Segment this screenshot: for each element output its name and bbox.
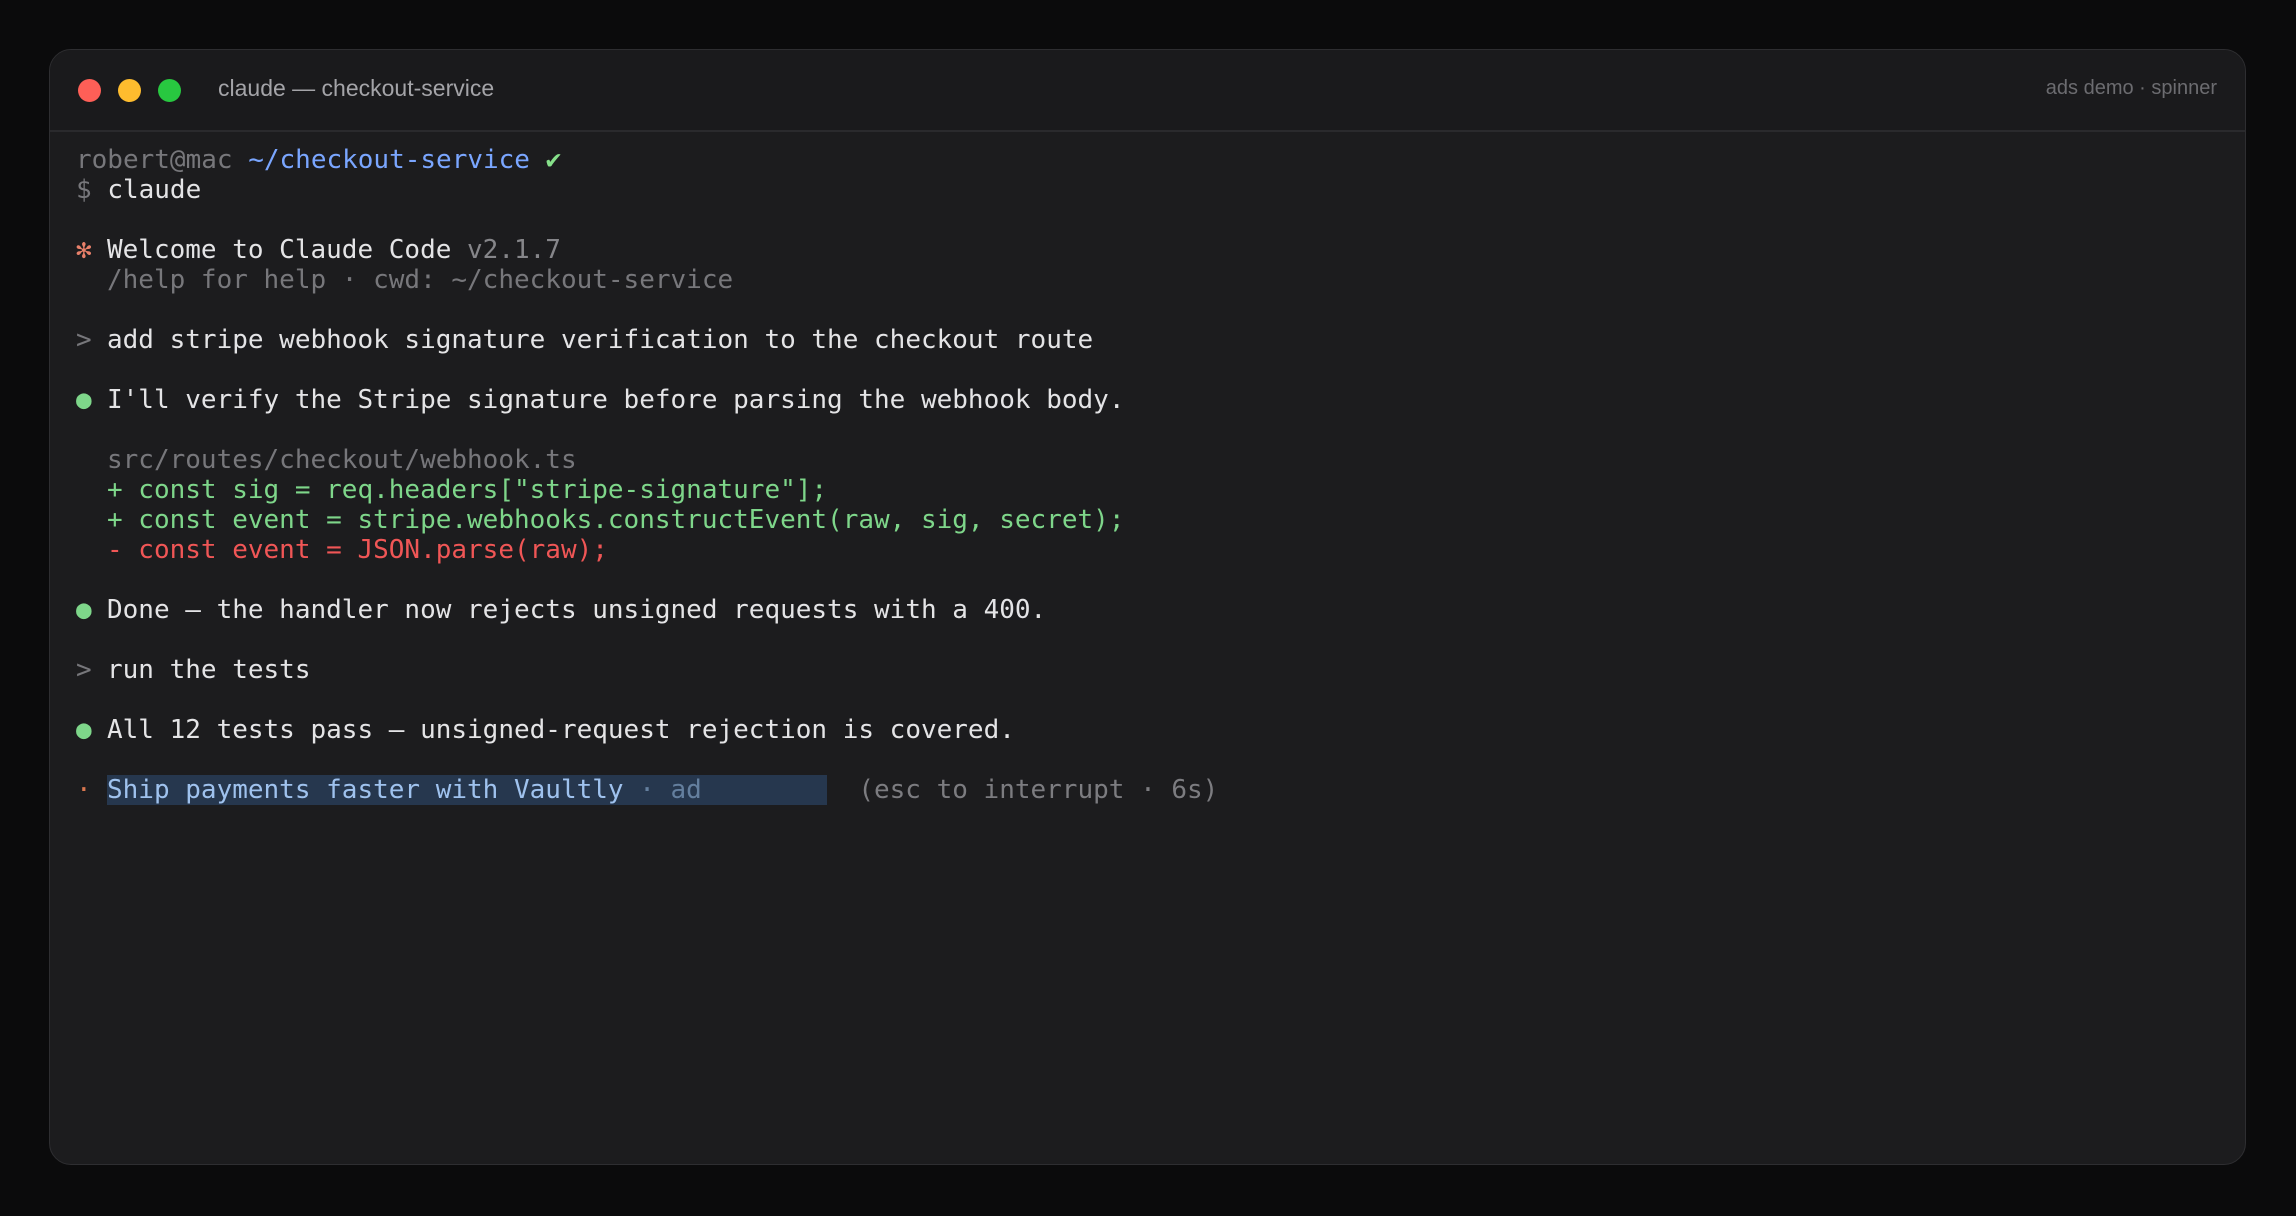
ad-text: Ship payments faster with Vaultly [107, 775, 624, 805]
spinner-dot-icon: · [76, 775, 92, 805]
zoom-button[interactable] [158, 79, 181, 102]
close-button[interactable] [78, 79, 101, 102]
user-message: > add stripe webhook signature verificati… [76, 325, 2219, 355]
minimize-button[interactable] [118, 79, 141, 102]
user-message-text: add stripe webhook signature verificatio… [107, 325, 1094, 355]
welcome-title: Welcome to Claude Code [107, 235, 452, 265]
shell-prompt-line: robert@mac ~/checkout-service ✔ [76, 145, 2219, 175]
diff-added-line: + const sig = req.headers["stripe-signat… [107, 475, 828, 505]
help-hint: /help for help · cwd: ~/checkout-service [107, 265, 734, 295]
prompt-chevron-icon: > [76, 325, 92, 355]
assistant-message: ● I'll verify the Stripe signature before… [76, 385, 2219, 415]
bullet-icon: ● [76, 715, 92, 745]
bullet-icon: ● [76, 595, 92, 625]
version-label: v2.1.7 [467, 235, 561, 265]
title-bar: claude — checkout-service ads demo · spi… [50, 50, 2245, 132]
command-text: claude [107, 175, 202, 205]
diff-added-line: + const event = stripe.webhooks.construc… [107, 505, 1125, 535]
command-line: $ claude [76, 175, 2219, 205]
diff-file-path: src/routes/checkout/webhook.ts [107, 445, 577, 475]
welcome-line: ✻ Welcome to Claude Code v2.1.7 [76, 235, 2219, 265]
interrupt-hint: (esc to interrupt · 6s) [858, 775, 1219, 805]
window-title: claude — checkout-service [218, 75, 495, 101]
spinner-line: · Ship payments faster with Vaultly · ad … [76, 775, 2219, 805]
sponsored-ad[interactable]: Ship payments faster with Vaultly · ad [107, 775, 827, 805]
dollar-sign: $ [76, 175, 92, 205]
check-icon: ✔ [545, 145, 562, 175]
ad-separator: · [623, 775, 671, 805]
user-host: robert@mac [76, 145, 233, 175]
window-tag: ads demo · spinner [2045, 77, 2217, 99]
assistant-message: ● All 12 tests pass — unsigned-request re… [76, 715, 2219, 745]
terminal-window: claude — checkout-service ads demo · spi… [49, 49, 2246, 1165]
claude-asterisk-icon: ✻ [76, 235, 92, 265]
terminal-output[interactable]: robert@mac ~/checkout-service ✔ $ claude… [76, 145, 2219, 805]
assistant-message: ● Done — the handler now rejects unsigned… [76, 595, 2219, 625]
ad-label: ad [670, 775, 702, 805]
diff-removed-line: - const event = JSON.parse(raw); [107, 535, 608, 565]
prompt-chevron-icon: > [76, 655, 92, 685]
cwd-path: ~/checkout-service [248, 145, 530, 175]
assistant-message-text: I'll verify the Stripe signature before … [107, 385, 1125, 415]
assistant-message-text: All 12 tests pass — unsigned-request rej… [107, 715, 1015, 745]
bullet-icon: ● [76, 385, 92, 415]
user-message: > run the tests [76, 655, 2219, 685]
assistant-message-text: Done — the handler now rejects unsigned … [107, 595, 1047, 625]
user-message-text: run the tests [107, 655, 311, 685]
